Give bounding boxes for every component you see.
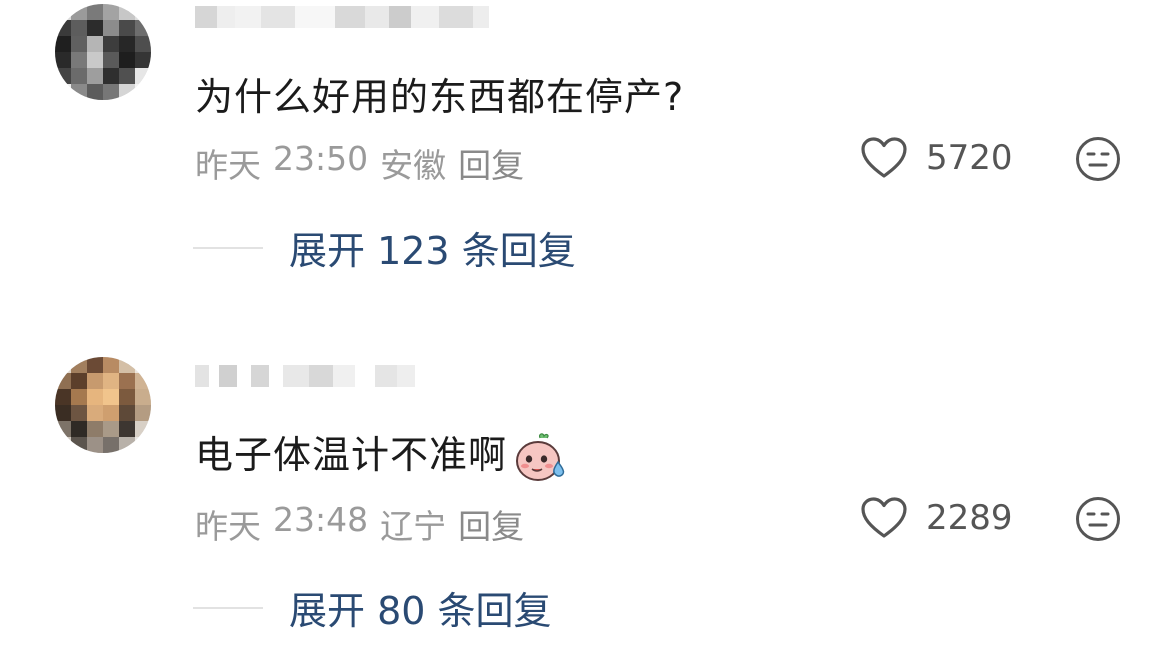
comment-date: 昨天 [195,507,261,546]
expand-replies-link[interactable]: 展开 123 条回复 [193,220,576,275]
expand-replies-label: 展开 123 条回复 [289,229,576,273]
heart-icon [861,497,907,538]
like-button[interactable]: 5720 [860,136,1013,180]
expand-replies-link[interactable]: 展开 80 条回复 [193,580,552,635]
comment-text-body: 为什么好用的东西都在停产? [195,75,685,119]
comment-text: 电子体温计不准啊 [195,424,567,484]
comment-date: 昨天 [195,146,261,185]
reply-button[interactable]: 回复 [458,500,524,548]
avatar[interactable] [55,4,151,100]
comment-text-body: 电子体温计不准啊 [195,433,508,477]
divider-line [193,606,263,609]
heart-icon [861,137,907,178]
comment-time: 23:48 [273,500,369,539]
expand-replies-label: 展开 80 条回复 [289,589,552,633]
meh-face-dislike-icon[interactable] [1075,136,1121,182]
username-pixelated[interactable] [195,359,415,393]
like-count: 2289 [926,498,1013,538]
comment-meta: 昨天 23:48 辽宁 回复 [195,500,524,548]
comment-meta: 昨天 23:50 安徽 回复 [195,139,524,187]
comment-location: 安徽 [380,146,447,185]
reply-button[interactable]: 回复 [458,139,524,187]
sweating-face-sticker [516,432,565,481]
comment-text: 为什么好用的东西都在停产? [195,66,684,121]
like-button[interactable]: 2289 [860,496,1013,540]
divider-line [193,246,263,249]
username-pixelated[interactable] [195,0,489,34]
comment-time: 23:50 [273,139,369,178]
comment-location: 辽宁 [380,507,447,546]
like-count: 5720 [926,138,1013,178]
meh-face-dislike-icon[interactable] [1075,496,1121,542]
avatar[interactable] [55,357,151,453]
